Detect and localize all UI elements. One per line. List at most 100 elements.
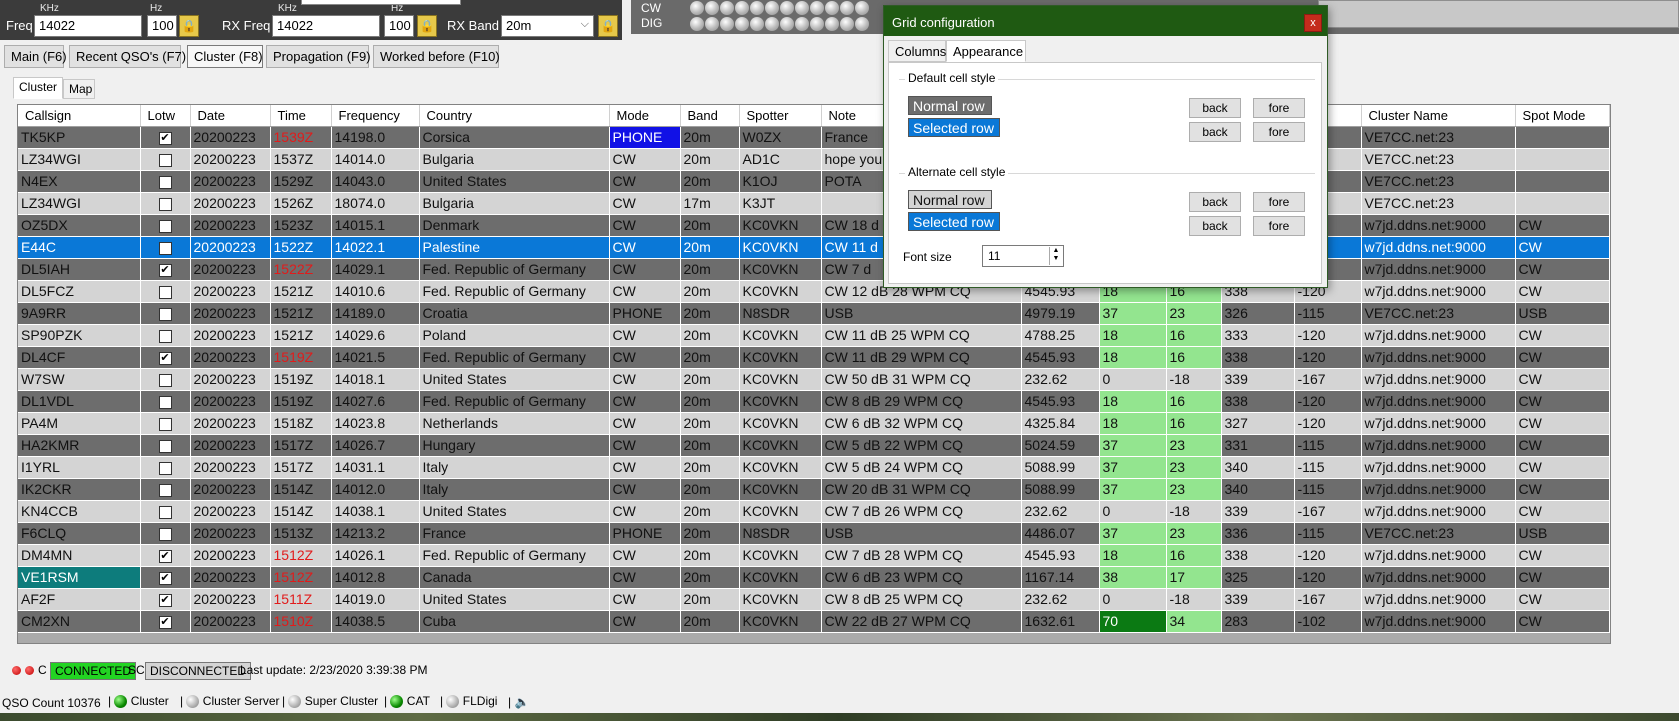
lotw-checkbox[interactable] — [158, 439, 172, 453]
tab-appearance[interactable]: Appearance — [946, 40, 1026, 62]
column-header[interactable]: Date — [190, 105, 271, 127]
close-icon[interactable]: x — [1304, 14, 1322, 32]
table-row[interactable]: I1YRL 20200223 1517Z 14031.1 Italy CW 20m KC0VK… — [18, 456, 1610, 479]
lotw-checkbox[interactable] — [158, 527, 172, 541]
dig-label: DIG — [641, 16, 663, 30]
tab-columns[interactable]: Columns — [888, 40, 946, 62]
freq-input[interactable]: 14022 — [34, 15, 142, 37]
table-row[interactable]: KN4CCB 20200223 1514Z 14038.1 United States C… — [18, 500, 1610, 523]
tab-main[interactable]: Main (F6) — [4, 45, 67, 68]
lotw-checkbox[interactable]: ✔ — [158, 593, 172, 607]
table-row[interactable]: LZ34WGI 20200223 1537Z 14014.0 Bulgaria CW 20m… — [18, 148, 1610, 171]
column-header[interactable]: Time — [270, 105, 332, 127]
table-row[interactable]: SP90PZK 20200223 1521Z 14029.6 Poland CW 20m KC… — [18, 324, 1610, 347]
table-row[interactable]: N4EX 20200223 1529Z 14043.0 United States CW 2… — [18, 170, 1610, 193]
lotw-checkbox[interactable] — [158, 241, 172, 255]
alt-selected-back-button[interactable]: back — [1189, 216, 1241, 236]
column-header[interactable]: Cluster Name — [1361, 105, 1516, 127]
selected-back-button[interactable]: back — [1189, 122, 1241, 142]
status-item-fldigi[interactable]: | FLDigi — [440, 694, 497, 709]
speaker-icon[interactable]: | 🔈 — [508, 695, 529, 709]
lotw-checkbox[interactable]: ✔ — [158, 351, 172, 365]
table-row[interactable]: E44C 20200223 1522Z 14022.1 Palestine CW 20m KC… — [18, 236, 1610, 259]
spinner-arrows-icon[interactable]: ▲ ▼ — [1049, 247, 1062, 265]
column-header[interactable]: Country — [419, 105, 610, 127]
lotw-checkbox[interactable] — [158, 153, 172, 167]
lotw-checkbox[interactable]: ✔ — [158, 263, 172, 277]
indicator-led-icon — [825, 1, 839, 15]
table-row[interactable]: W7SW 20200223 1519Z 14018.1 United States CW 2… — [18, 368, 1610, 391]
alt-normal-row-swatch[interactable]: Normal row — [908, 190, 992, 209]
table-row[interactable]: DL5IAH ✔ 20200223 1522Z 14029.1 Fed. Republic… — [18, 258, 1610, 281]
table-row[interactable]: DL1VDL 20200223 1519Z 14027.6 Fed. Republic … — [18, 390, 1610, 413]
table-row[interactable]: DL4CF ✔ 20200223 1519Z 14021.5 Fed. Republic … — [18, 346, 1610, 369]
lotw-checkbox[interactable] — [158, 505, 172, 519]
tab-propagation[interactable]: Propagation (F9) — [266, 45, 371, 68]
selected-row-swatch[interactable]: Selected row — [908, 118, 1000, 137]
font-size-input[interactable]: 11 ▲ ▼ — [982, 245, 1064, 267]
table-row[interactable]: 9A9RR 20200223 1521Z 14189.0 Croatia PHONE 20m… — [18, 302, 1610, 325]
table-row[interactable]: HA2KMR 20200223 1517Z 14026.7 Hungary CW 20m KC… — [18, 434, 1610, 457]
normal-row-swatch[interactable]: Normal row — [908, 96, 992, 115]
lock-icon[interactable]: 🔒 — [179, 15, 199, 37]
table-row[interactable]: PA4M 20200223 1518Z 14023.8 Netherlands CW 20m… — [18, 412, 1610, 435]
table-row[interactable]: DM4MN ✔ 20200223 1512Z 14026.1 Fed. Republic … — [18, 544, 1610, 567]
selected-fore-button[interactable]: fore — [1253, 122, 1305, 142]
normal-back-button[interactable]: back — [1189, 98, 1241, 118]
table-row[interactable]: DL5FCZ 20200223 1521Z 14010.6 Fed. Republic … — [18, 280, 1610, 303]
lotw-checkbox[interactable]: ✔ — [158, 131, 172, 145]
table-row[interactable]: F6CLQ 20200223 1513Z 14213.2 France PHONE 20m N… — [18, 522, 1610, 545]
lotw-checkbox[interactable] — [158, 461, 172, 475]
cw-led-row — [690, 1, 869, 15]
lotw-checkbox[interactable] — [158, 373, 172, 387]
table-row[interactable]: LZ34WGI 20200223 1526Z 18074.0 Bulgaria CW 17m… — [18, 192, 1610, 215]
column-header[interactable]: Spot Mode — [1515, 105, 1610, 127]
freq-hz-input[interactable]: 100 — [147, 15, 177, 37]
table-row[interactable]: AF2F ✔ 20200223 1511Z 14019.0 United States CW… — [18, 588, 1610, 611]
table-cell: CW — [609, 500, 681, 523]
lotw-checkbox[interactable] — [158, 219, 172, 233]
band-lock-icon[interactable]: 🔒 — [598, 15, 618, 37]
column-header[interactable]: Callsign — [18, 105, 141, 127]
alt-normal-back-button[interactable]: back — [1189, 192, 1241, 212]
lotw-checkbox[interactable] — [158, 329, 172, 343]
status-item-cluster[interactable]: | Cluster — [108, 694, 169, 709]
alt-selected-row-swatch[interactable]: Selected row — [908, 212, 1000, 231]
subtab-cluster[interactable]: Cluster — [13, 77, 63, 99]
lotw-checkbox[interactable] — [158, 197, 172, 211]
lotw-checkbox[interactable] — [158, 285, 172, 299]
rx-lock-icon[interactable]: 🔒 — [417, 15, 437, 37]
status-item-cluster-server[interactable]: | Cluster Server — [180, 694, 279, 709]
normal-fore-button[interactable]: fore — [1253, 98, 1305, 118]
column-header[interactable]: Lotw — [140, 105, 191, 127]
lotw-checkbox[interactable] — [158, 483, 172, 497]
column-header[interactable]: Frequency — [331, 105, 420, 127]
lotw-checkbox[interactable]: ✔ — [158, 571, 172, 585]
column-header[interactable]: Mode — [609, 105, 681, 127]
rx-band-select[interactable]: 20m ⌵ — [501, 15, 594, 37]
tab-recent-qsos[interactable]: Recent QSO's (F7) — [69, 45, 186, 68]
tab-worked-before[interactable]: Worked before (F10) — [373, 45, 500, 68]
table-cell: 1517Z — [270, 434, 332, 457]
rx-hz-input[interactable]: 100 — [384, 15, 414, 37]
table-row[interactable]: TK5KP ✔ 20200223 1539Z 14198.0 Corsica PHONE 20… — [18, 126, 1610, 149]
column-header[interactable]: Band — [680, 105, 740, 127]
table-row[interactable]: IK2CKR 20200223 1514Z 14012.0 Italy CW 20m KC0V… — [18, 478, 1610, 501]
lotw-checkbox[interactable] — [158, 307, 172, 321]
lotw-checkbox[interactable]: ✔ — [158, 615, 172, 629]
column-header[interactable]: Spotter — [739, 105, 822, 127]
lotw-checkbox[interactable] — [158, 395, 172, 409]
lotw-checkbox[interactable]: ✔ — [158, 549, 172, 563]
status-item-cat[interactable]: | CAT — [384, 694, 430, 709]
table-row[interactable]: OZ5DX 20200223 1523Z 14015.1 Denmark CW 20m KC0… — [18, 214, 1610, 237]
subtab-map[interactable]: Map — [63, 79, 95, 99]
tab-cluster[interactable]: Cluster (F8) — [187, 45, 263, 68]
alt-selected-fore-button[interactable]: fore — [1253, 216, 1305, 236]
status-item-super-cluster[interactable]: | Super Cluster — [282, 694, 378, 709]
lotw-checkbox[interactable] — [158, 417, 172, 431]
lotw-checkbox[interactable] — [158, 175, 172, 189]
table-row[interactable]: CM2XN ✔ 20200223 1510Z 14038.5 Cuba CW 20m KC0VK… — [18, 610, 1610, 633]
alt-normal-fore-button[interactable]: fore — [1253, 192, 1305, 212]
table-row[interactable]: VE1RSM ✔ 20200223 1512Z 14012.8 Canada CW 20m KC… — [18, 566, 1610, 589]
rx-freq-input[interactable]: 14022 — [272, 15, 380, 37]
